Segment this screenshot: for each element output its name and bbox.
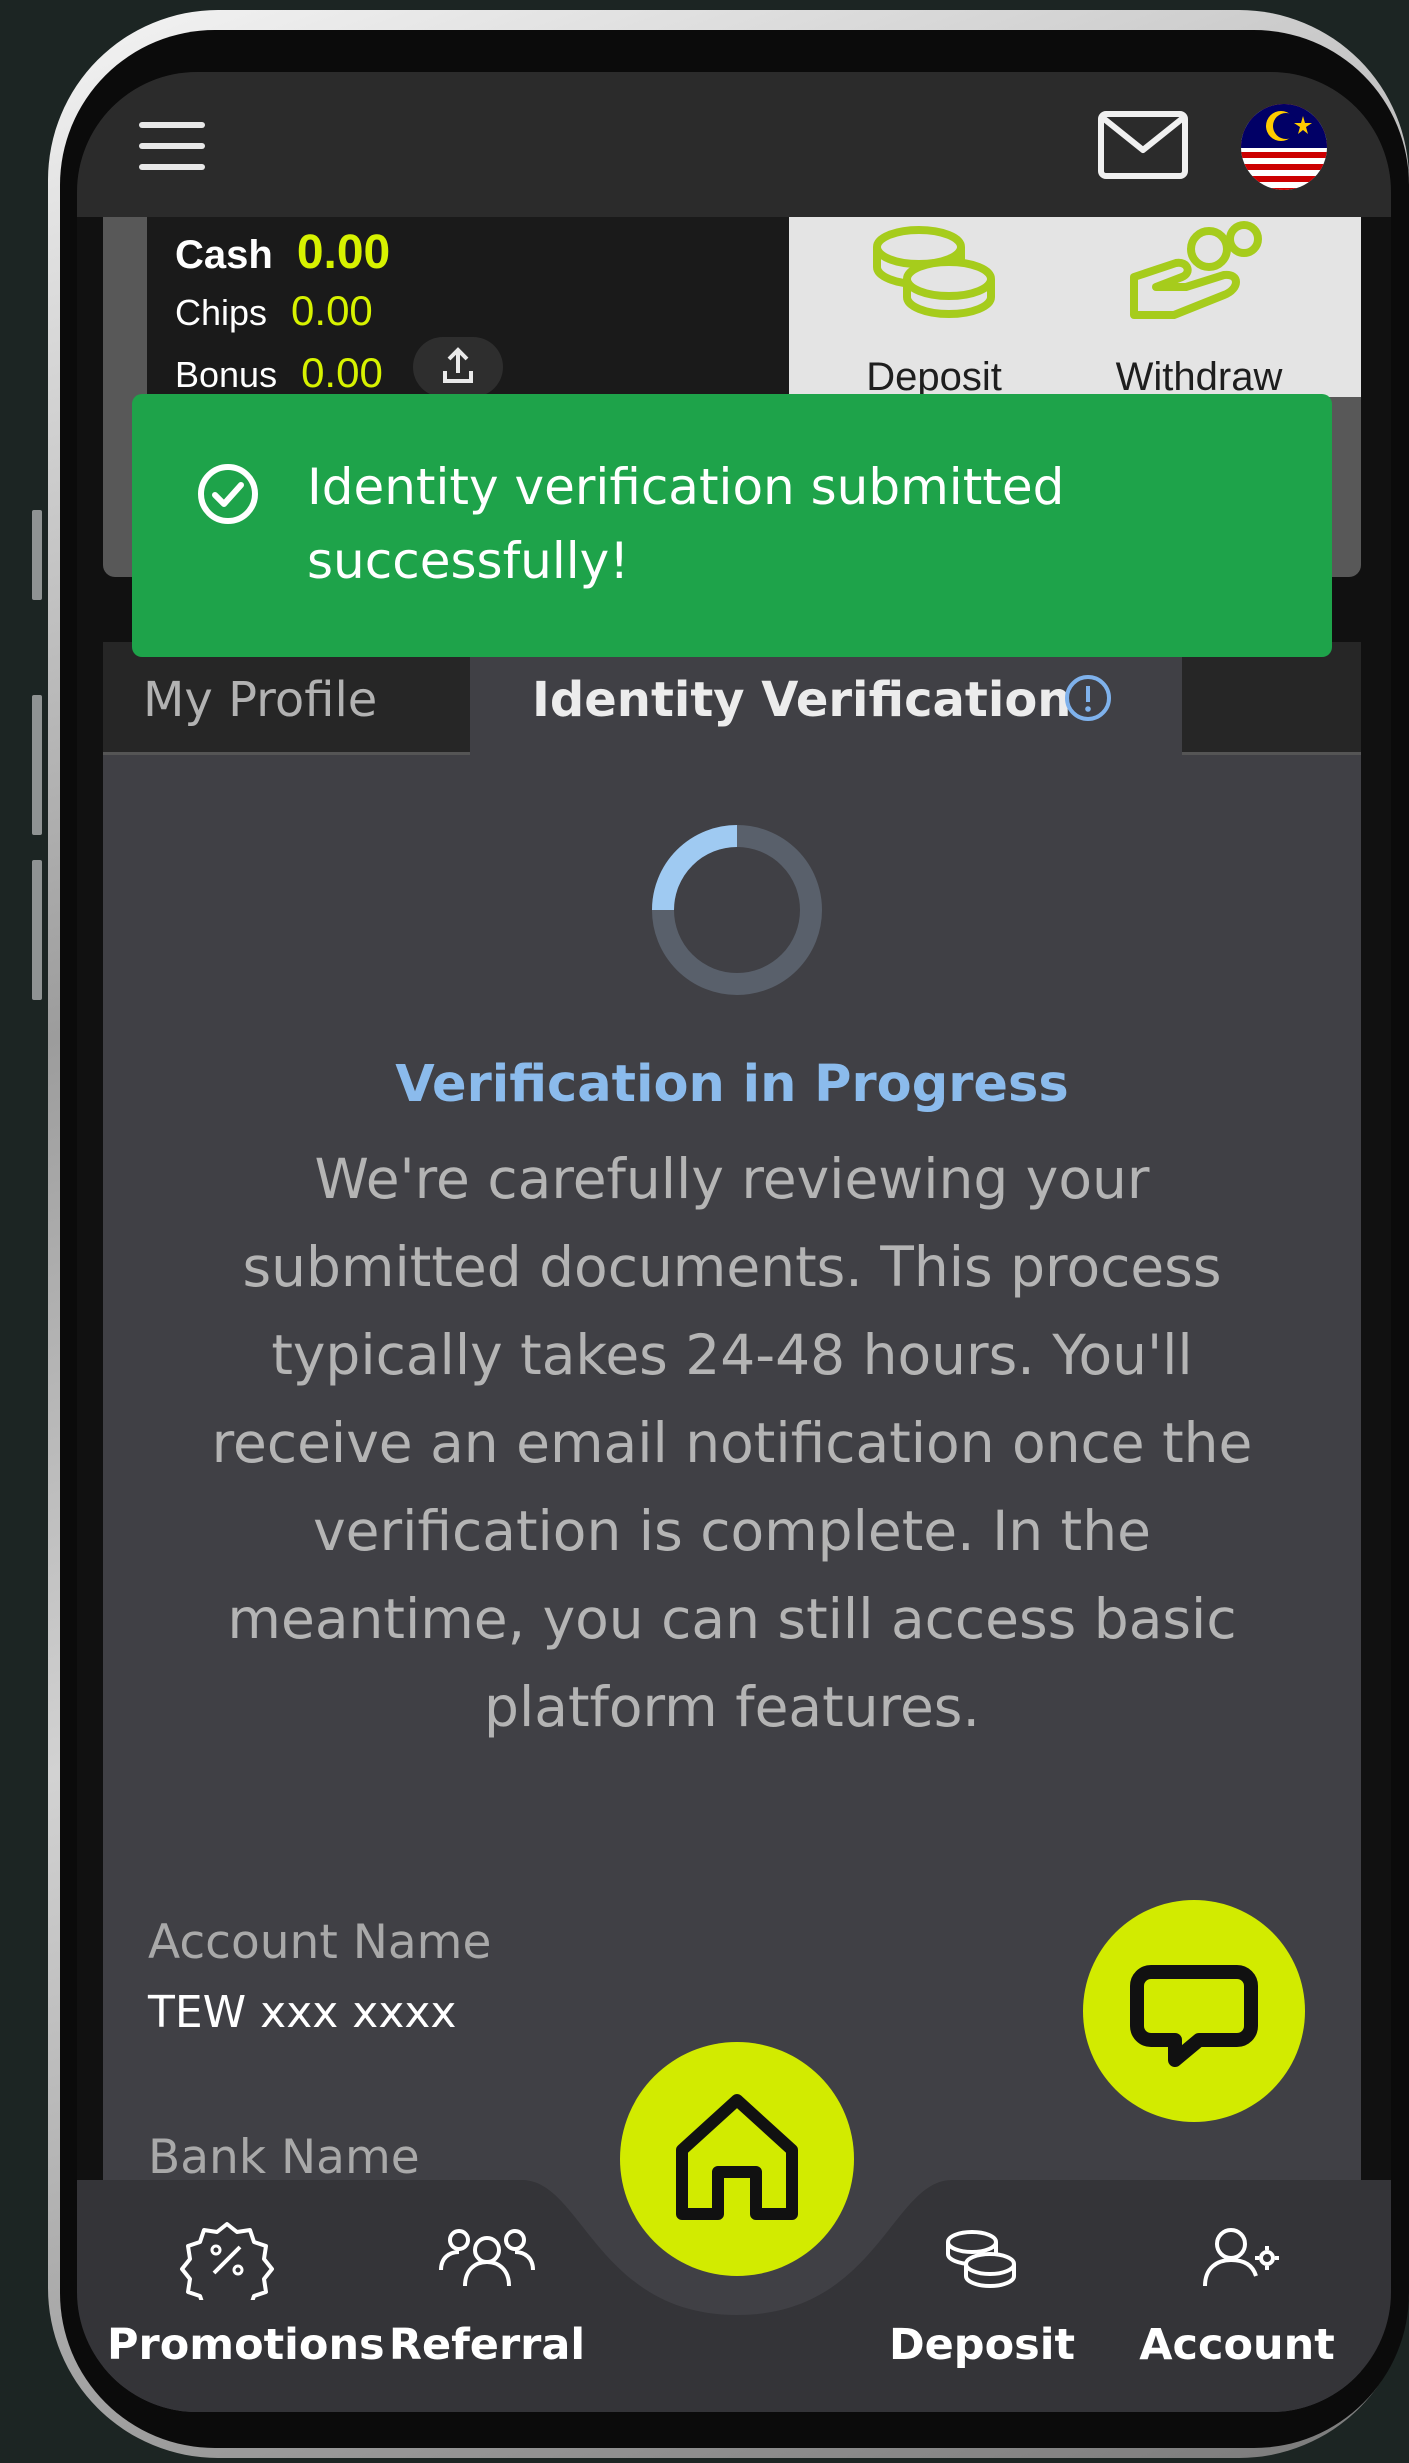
chat-bubble-icon [1130,1965,1258,2067]
live-chat-button[interactable] [1083,1900,1305,2122]
wallet-deposit-button[interactable]: Deposit [829,217,1039,399]
bonus-value: 0.00 [301,349,383,396]
info-icon[interactable] [1064,674,1112,722]
nav-promotions-label: Promotions [107,2320,385,2370]
loading-spinner-icon [652,825,822,995]
envelope-icon[interactable] [1097,110,1189,180]
malaysia-flag-icon[interactable] [1241,104,1327,190]
percent-badge-icon [180,2222,274,2300]
toast-message: Identity verification submitted successf… [307,458,1065,590]
nav-account-label: Account [1139,2320,1335,2370]
nav-referral[interactable]: Referral [367,2180,607,2412]
verification-title: Verification in Progress [395,1055,1069,1114]
chips-label: Chips [175,292,268,333]
bank-name-label: Bank Name [148,2130,420,2185]
top-header [77,72,1391,217]
chips-value: 0.00 [291,287,373,334]
account-name-label: Account Name [148,1915,492,1970]
nav-deposit-label: Deposit [888,2320,1076,2370]
home-icon [676,2094,798,2220]
bonus-row: Bonus 0.00 [175,349,383,397]
phone-side-button-top [32,510,42,600]
cash-value: 0.00 [296,226,391,279]
account-name-value: TEW xxx xxxx [148,1987,457,2038]
upload-icon[interactable] [413,337,503,397]
tab-my-profile-label: My Profile [143,672,378,728]
coins-icon [873,226,995,318]
users-icon [439,2229,535,2287]
check-circle-icon [198,464,258,524]
tab-my-profile[interactable]: My Profile [103,642,470,755]
hand-coins-icon [1130,221,1262,319]
phone-volume-up-button [32,695,42,835]
balances-box: Cash 0.00 Chips 0.00 Bonus 0.00 [147,217,789,397]
bonus-label: Bonus [175,354,278,395]
coins-icon [946,2230,1016,2288]
phone-screen: Cash 0.00 Chips 0.00 Bonus 0.00 Deposit … [77,72,1391,2412]
tab-identity-verification-label: Identity Verification [532,672,1072,728]
nav-account[interactable]: Account [1117,2180,1357,2412]
wallet-actions: Deposit Withdraw [789,217,1361,399]
cash-label: Cash [175,233,273,277]
success-toast: Identity verification submitted successf… [132,394,1332,657]
chips-row: Chips 0.00 [175,287,373,335]
nav-promotions[interactable]: Promotions [107,2180,385,2412]
home-button[interactable] [620,2042,854,2276]
cash-row: Cash 0.00 [175,225,390,280]
user-gear-icon [1203,2228,1279,2287]
nav-deposit[interactable]: Deposit [862,2180,1102,2412]
phone-volume-down-button [32,860,42,1000]
tab-bar-filler [1182,642,1361,755]
hamburger-menu-icon[interactable] [139,122,205,174]
nav-referral-label: Referral [388,2320,586,2370]
wallet-withdraw-button[interactable]: Withdraw [1079,217,1319,399]
verification-description: We're carefully reviewing your submitted… [211,1147,1253,1739]
bottom-navigation: Promotions Referral Deposit Account [77,2042,1391,2412]
tab-identity-verification[interactable]: Identity Verification [470,642,1182,755]
